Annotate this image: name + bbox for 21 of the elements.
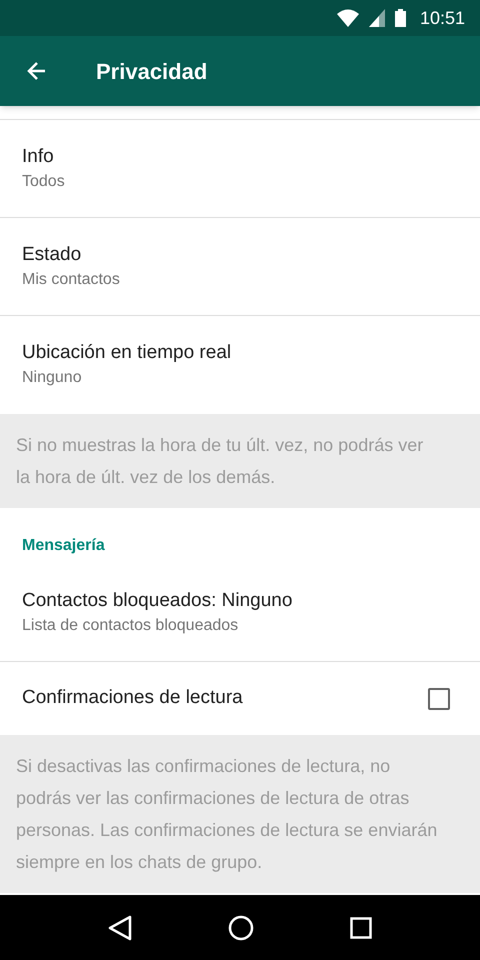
item-subtitle: Lista de contactos bloqueados [22,616,240,636]
screen-title: Privacidad [96,58,208,86]
item-title: Estado [22,242,82,266]
item-subtitle: Ninguno [22,368,83,388]
info-note: Si desactivas las confirmaciones de lectura, no podrás ver las confirmaciones de lectura de otras personas. Las confirmaciones de lectura se enviarán siempre en los chats de grupo. [16,755,438,874]
section-header: Mensajería [22,537,105,554]
item-title: Info [22,144,55,168]
item-title: Confirmaciones de lectura [22,686,243,710]
signal-icon [368,9,385,27]
back-icon[interactable] [108,914,132,940]
item-title: Ubicación en tiempo real [22,341,232,365]
recents-icon[interactable] [350,916,372,938]
item-subtitle: Mis contactos [22,270,121,290]
checkbox[interactable] [428,688,450,710]
battery-icon [394,9,406,27]
home-icon[interactable] [228,914,254,940]
item-title: Contactos bloqueados: Ninguno [22,588,294,612]
item-subtitle: Todos [22,172,66,192]
wifi-icon [336,9,359,27]
status-time: 10:51 [420,6,465,30]
info-note: Si no muestras la hora de tu últ. vez, no podrás ver la hora de últ. vez de los demás. [16,434,424,489]
